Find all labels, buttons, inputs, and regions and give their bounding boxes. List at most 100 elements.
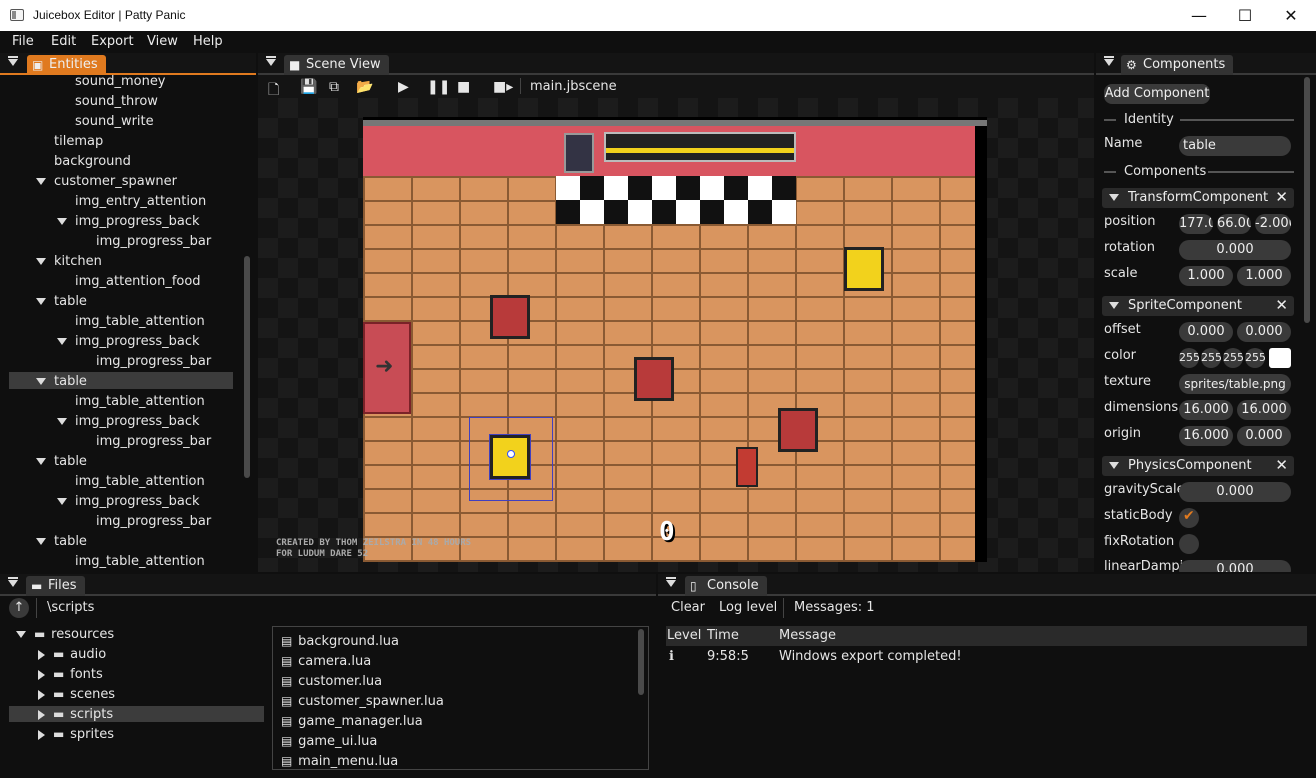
dimensions-x-input[interactable]: 16.000 bbox=[1179, 400, 1233, 420]
chevron-down-icon[interactable] bbox=[36, 538, 46, 545]
entity-row[interactable]: sound_money bbox=[75, 72, 166, 92]
entity-row[interactable]: table bbox=[36, 532, 87, 552]
camera-toggle-icon[interactable]: ■▸ bbox=[493, 79, 513, 95]
entity-row[interactable]: img_table_attention bbox=[75, 472, 205, 492]
entity-row[interactable]: kitchen bbox=[36, 252, 102, 272]
menu-help[interactable]: Help bbox=[193, 34, 223, 49]
collapse-icon[interactable] bbox=[266, 56, 276, 66]
file-item[interactable]: ▤ camera.lua bbox=[281, 651, 371, 671]
entity-row[interactable]: img_progress_back bbox=[57, 492, 200, 512]
chevron-down-icon[interactable] bbox=[36, 258, 46, 265]
entity-row[interactable]: img_progress_back bbox=[57, 212, 200, 232]
folder-row[interactable]: ▬ scenes bbox=[38, 684, 115, 704]
file-item[interactable]: ▤ customer.lua bbox=[281, 671, 382, 691]
scene-viewport[interactable]: ➜ 0 CREATED BY THOM ZEILSTRA IN 48 HOURS… bbox=[258, 98, 1094, 572]
position-y-input[interactable]: 66.00 bbox=[1217, 214, 1251, 234]
file-item[interactable]: ▤ main_menu.lua bbox=[281, 751, 398, 769]
table-sprite[interactable] bbox=[490, 295, 530, 339]
menu-view[interactable]: View bbox=[147, 34, 178, 49]
scale-y-input[interactable]: 1.000 bbox=[1237, 266, 1291, 286]
collapse-icon[interactable] bbox=[8, 577, 18, 587]
chevron-down-icon[interactable] bbox=[36, 458, 46, 465]
entity-row[interactable]: img_table_attention bbox=[75, 312, 205, 332]
color-g-input[interactable]: 255 bbox=[1201, 348, 1221, 368]
customer-sprite[interactable] bbox=[736, 447, 758, 487]
up-directory-button[interactable]: ↑ bbox=[9, 598, 29, 618]
entity-row[interactable]: background bbox=[54, 152, 131, 172]
entity-row[interactable]: img_progress_bar bbox=[96, 432, 211, 452]
folder-row[interactable]: ▬ scripts bbox=[38, 704, 113, 724]
texture-input[interactable]: sprites/table.png bbox=[1179, 374, 1291, 394]
entity-row[interactable]: img_table_attention bbox=[75, 392, 205, 412]
minimize-button[interactable]: — bbox=[1176, 0, 1222, 31]
entity-row[interactable]: tilemap bbox=[54, 132, 103, 152]
copy-icon[interactable]: ⧉ bbox=[329, 79, 339, 95]
entity-row[interactable]: img_progress_back bbox=[57, 332, 200, 352]
open-folder-icon[interactable]: 📂 bbox=[356, 79, 373, 95]
menu-edit[interactable]: Edit bbox=[51, 34, 76, 49]
static-body-checkbox[interactable]: ✔ bbox=[1179, 508, 1199, 528]
table-sprite[interactable] bbox=[778, 408, 818, 452]
offset-x-input[interactable]: 0.000 bbox=[1179, 322, 1233, 342]
selected-table-sprite[interactable] bbox=[489, 434, 531, 480]
origin-y-input[interactable]: 0.000 bbox=[1237, 426, 1291, 446]
folder-row[interactable]: ▬ resources bbox=[16, 624, 114, 644]
tab-scene-view[interactable]: ■ Scene View bbox=[284, 55, 389, 75]
collapse-icon[interactable] bbox=[8, 56, 18, 66]
collapse-icon[interactable] bbox=[1104, 56, 1114, 66]
chevron-right-icon[interactable] bbox=[38, 649, 45, 660]
sprite-component-header[interactable]: SpriteComponent ✕ bbox=[1102, 296, 1294, 316]
gravity-scale-input[interactable]: 0.000 bbox=[1179, 482, 1291, 502]
chevron-right-icon[interactable] bbox=[38, 669, 45, 680]
log-level-dropdown[interactable]: Log level bbox=[719, 600, 777, 615]
chevron-right-icon[interactable] bbox=[38, 689, 45, 700]
tab-console[interactable]: ▯ Console bbox=[685, 576, 767, 596]
entity-row[interactable]: table bbox=[36, 292, 87, 312]
name-input[interactable]: table bbox=[1179, 136, 1291, 156]
close-button[interactable]: ✕ bbox=[1268, 0, 1314, 31]
chevron-down-icon[interactable] bbox=[16, 631, 26, 638]
chevron-down-icon[interactable] bbox=[36, 178, 46, 185]
rotation-input[interactable]: 0.000 bbox=[1179, 240, 1291, 260]
chevron-down-icon[interactable] bbox=[57, 498, 67, 505]
menu-export[interactable]: Export bbox=[91, 34, 134, 49]
collapse-icon[interactable] bbox=[666, 577, 676, 587]
maximize-button[interactable]: ☐ bbox=[1222, 0, 1268, 31]
entity-row[interactable]: img_attention_food bbox=[75, 272, 201, 292]
color-a-input[interactable]: 255 bbox=[1245, 348, 1265, 368]
origin-x-input[interactable]: 16.000 bbox=[1179, 426, 1233, 446]
file-list-scrollbar[interactable] bbox=[638, 629, 644, 695]
chevron-down-icon[interactable] bbox=[57, 218, 67, 225]
entity-row[interactable]: sound_write bbox=[75, 112, 154, 132]
scale-x-input[interactable]: 1.000 bbox=[1179, 266, 1233, 286]
entity-row[interactable]: img_entry_attention bbox=[75, 192, 206, 212]
folder-row[interactable]: ▬ audio bbox=[38, 644, 106, 664]
tab-files[interactable]: ▬ Files bbox=[26, 576, 85, 596]
fix-rotation-checkbox[interactable] bbox=[1179, 534, 1199, 554]
linear-damping-input[interactable]: 0.000 bbox=[1179, 560, 1291, 572]
file-item[interactable]: ▤ background.lua bbox=[281, 631, 399, 651]
components-scrollbar[interactable] bbox=[1304, 77, 1310, 323]
stop-icon[interactable]: ■ bbox=[457, 79, 470, 95]
chevron-down-icon[interactable] bbox=[36, 298, 46, 305]
entities-scrollbar[interactable] bbox=[244, 256, 250, 478]
chevron-right-icon[interactable] bbox=[38, 709, 45, 720]
position-x-input[interactable]: 177.0 bbox=[1179, 214, 1213, 234]
entity-row[interactable]: img_progress_bar bbox=[96, 512, 211, 532]
clear-button[interactable]: Clear bbox=[671, 600, 705, 615]
save-icon[interactable]: 💾 bbox=[300, 79, 317, 95]
entity-row[interactable]: table bbox=[36, 452, 87, 472]
play-icon[interactable]: ▶ bbox=[398, 79, 409, 95]
entity-row[interactable]: sound_throw bbox=[75, 92, 158, 112]
color-b-input[interactable]: 255 bbox=[1223, 348, 1243, 368]
add-component-button[interactable]: Add Component bbox=[1104, 84, 1210, 104]
folder-row[interactable]: ▬ fonts bbox=[38, 664, 103, 684]
file-item[interactable]: ▤ customer_spawner.lua bbox=[281, 691, 444, 711]
entity-row[interactable]: img_progress_back bbox=[57, 412, 200, 432]
chevron-down-icon[interactable] bbox=[57, 338, 67, 345]
file-item[interactable]: ▤ game_ui.lua bbox=[281, 731, 377, 751]
menu-file[interactable]: File bbox=[12, 34, 34, 49]
position-z-input[interactable]: -2.000 bbox=[1255, 214, 1291, 234]
table-row[interactable]: ℹ 9:58:5 Windows export completed! bbox=[666, 647, 1307, 667]
table-sprite[interactable] bbox=[634, 357, 674, 401]
